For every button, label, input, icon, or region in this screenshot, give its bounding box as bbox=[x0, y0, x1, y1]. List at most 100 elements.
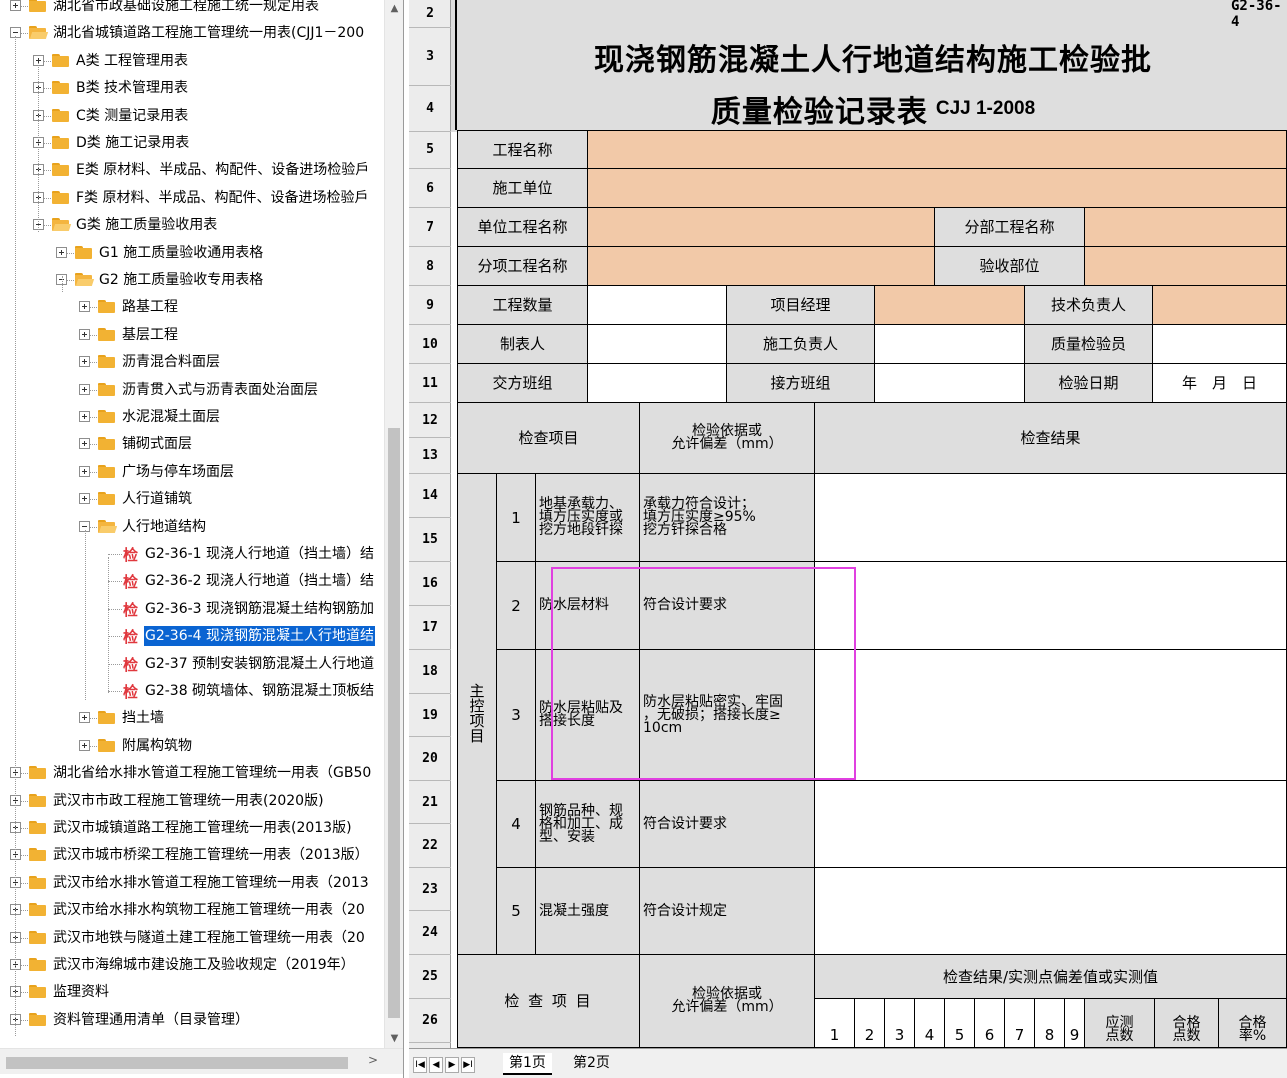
row-number[interactable]: 17 bbox=[409, 606, 451, 650]
expand-plus-icon[interactable] bbox=[79, 383, 90, 395]
row-number[interactable]: 15 bbox=[409, 518, 451, 562]
tree-node[interactable]: 广场与停车场面层 bbox=[0, 459, 384, 486]
row-number[interactable]: 10 bbox=[409, 325, 451, 364]
tree-node-label[interactable]: D类 施工记录用表 bbox=[75, 133, 190, 153]
scroll-down-arrow-icon[interactable]: ▼ bbox=[385, 1030, 404, 1047]
tree-node-label[interactable]: 武汉市城市桥梁工程施工管理统一用表（2013版） bbox=[52, 845, 370, 865]
expand-plus-icon[interactable] bbox=[79, 493, 90, 505]
acceptance-part-field[interactable] bbox=[1085, 247, 1287, 286]
tree-node[interactable]: 检 G2-38 砌筑墙体、钢筋混凝土顶板结 bbox=[0, 678, 384, 705]
tree-node[interactable]: 人行地道结构 bbox=[0, 514, 384, 541]
tree-node[interactable]: A类 工程管理用表 bbox=[0, 48, 384, 75]
subitem-project-field[interactable] bbox=[588, 247, 935, 286]
row-number[interactable]: 4 bbox=[409, 86, 451, 132]
row-number[interactable]: 6 bbox=[409, 169, 451, 208]
template-tree-panel[interactable]: 湖北省市政基础设施工程施工统一规定用表 湖北省城镇道路工程施工管理统一用表(CJJ… bbox=[0, 0, 404, 1078]
row-number[interactable]: 5 bbox=[409, 130, 451, 169]
tree-node-label[interactable]: G2-38 砌筑墙体、钢筋混凝土顶板结 bbox=[144, 681, 375, 701]
row-number[interactable]: 7 bbox=[409, 208, 451, 247]
tree-node[interactable]: 检 G2-36-1 现浇人行地道（挡土墙）结 bbox=[0, 541, 384, 568]
tree-node[interactable]: G1 施工质量验收通用表格 bbox=[0, 240, 384, 267]
tree-node[interactable]: E类 原材料、半成品、构配件、设备进场检验戶 bbox=[0, 157, 384, 184]
row-number[interactable]: 2 bbox=[409, 0, 451, 28]
scroll-right-arrow-icon[interactable]: > bbox=[368, 1053, 378, 1067]
row-number[interactable]: 11 bbox=[409, 364, 451, 403]
tree-node[interactable]: 水泥混凝土面层 bbox=[0, 404, 384, 431]
tree-node[interactable]: F类 原材料、半成品、构配件、设备进场检验戶 bbox=[0, 185, 384, 212]
next-sheet-button[interactable]: ▶ bbox=[445, 1057, 459, 1073]
form-grid[interactable]: G2-36-4 现浇钢筋混凝土人行地道结构施工检验批 质量检验记录表 CJJ 1… bbox=[451, 0, 1287, 1048]
tree-node-label[interactable]: 铺砌式面层 bbox=[121, 434, 193, 454]
row-number[interactable]: 19 bbox=[409, 694, 451, 737]
tree-node-label[interactable]: G1 施工质量验收通用表格 bbox=[98, 243, 264, 263]
item-result-field[interactable] bbox=[815, 474, 1287, 562]
row-number[interactable]: 18 bbox=[409, 650, 451, 694]
division-project-field[interactable] bbox=[1085, 208, 1287, 247]
sheet-tab-bar[interactable]: I◀ ◀ ▶ ▶I 第1页 第2页 bbox=[409, 1048, 1287, 1078]
tree-node[interactable]: G2 施工质量验收专用表格 bbox=[0, 267, 384, 294]
tree-node-label[interactable]: F类 原材料、半成品、构配件、设备进场检验戶 bbox=[75, 188, 370, 208]
project-manager-field[interactable] bbox=[875, 286, 1025, 325]
tree-node[interactable]: 检 G2-36-2 现浇人行地道（挡土墙）结 bbox=[0, 568, 384, 595]
tree-node[interactable]: 武汉市城镇道路工程施工管理统一用表(2013版) bbox=[0, 815, 384, 842]
tree-node[interactable]: 人行道铺筑 bbox=[0, 486, 384, 513]
tree-view[interactable]: 湖北省市政基础设施工程施工统一规定用表 湖北省城镇道路工程施工管理统一用表(CJJ… bbox=[0, 0, 384, 1048]
tree-node[interactable]: 武汉市城市桥梁工程施工管理统一用表（2013版） bbox=[0, 842, 384, 869]
tree-node-label[interactable]: 武汉市海绵城市建设施工及验收规定（2019年） bbox=[52, 955, 356, 975]
row-number[interactable]: 21 bbox=[409, 781, 451, 824]
tree-node-label[interactable]: C类 测量记录用表 bbox=[75, 106, 189, 126]
inspection-date-field[interactable]: 年 月 日 bbox=[1153, 364, 1287, 403]
tree-node[interactable]: 武汉市市政工程施工管理统一用表(2020版) bbox=[0, 788, 384, 815]
spreadsheet-view[interactable]: 2 3 4 5 6 7 8 9 10 11 12 13 14 15 16 17 18 19 20 21 22 23 24 25… bbox=[409, 0, 1287, 1078]
tree-node[interactable]: C类 测量记录用表 bbox=[0, 103, 384, 130]
tree-node-label[interactable]: 沥青贯入式与沥青表面处治面层 bbox=[121, 380, 319, 400]
handover-team-field[interactable] bbox=[588, 364, 727, 403]
tree-node-label[interactable]: 基层工程 bbox=[121, 325, 179, 345]
takeover-team-field[interactable] bbox=[875, 364, 1025, 403]
tree-node-label[interactable]: 附属构筑物 bbox=[121, 736, 193, 756]
row-number[interactable]: 9 bbox=[409, 286, 451, 325]
tree-node-label[interactable]: 湖北省给水排水管道工程施工管理统一用表（GB50 bbox=[52, 763, 372, 783]
row-number[interactable]: 23 bbox=[409, 868, 451, 911]
item-result-field[interactable] bbox=[815, 650, 1287, 781]
tree-node-label[interactable]: 武汉市地铁与隧道土建工程施工管理统一用表（20 bbox=[52, 928, 366, 948]
tree-node[interactable]: B类 技术管理用表 bbox=[0, 75, 384, 102]
row-number[interactable]: 25 bbox=[409, 955, 451, 999]
tree-node-label[interactable]: 湖北省城镇道路工程施工管理统一用表(CJJ1－200 bbox=[52, 23, 365, 43]
tree-node-label[interactable]: 人行道铺筑 bbox=[121, 489, 193, 509]
construction-lead-field[interactable] bbox=[875, 325, 1025, 364]
tree-node[interactable]: 武汉市给水排水构筑物工程施工管理统一用表（20 bbox=[0, 897, 384, 924]
tree-node-label[interactable]: 武汉市城镇道路工程施工管理统一用表(2013版) bbox=[52, 818, 353, 838]
prepared-by-field[interactable] bbox=[588, 325, 727, 364]
tab-page-1[interactable]: 第1页 bbox=[503, 1053, 552, 1075]
tree-node-label[interactable]: 武汉市给水排水管道工程施工管理统一用表（2013 bbox=[52, 873, 370, 893]
quantity-field[interactable] bbox=[588, 286, 727, 325]
expand-plus-icon[interactable] bbox=[79, 465, 90, 477]
tree-node[interactable]: 湖北省给水排水管道工程施工管理统一用表（GB50 bbox=[0, 760, 384, 787]
item-result-field[interactable] bbox=[815, 562, 1287, 650]
tree-node-label[interactable]: 监理资料 bbox=[52, 982, 110, 1002]
tree-node-label[interactable]: 人行地道结构 bbox=[121, 517, 207, 537]
tree-node-label[interactable]: G2-37 预制安装钢筋混凝土人行地道 bbox=[144, 654, 375, 674]
tree-node[interactable]: G类 施工质量验收用表 bbox=[0, 212, 384, 239]
tree-node[interactable]: 基层工程 bbox=[0, 322, 384, 349]
tree-node-label[interactable]: 路基工程 bbox=[121, 297, 179, 317]
tree-node-label[interactable]: 武汉市市政工程施工管理统一用表(2020版) bbox=[52, 791, 325, 811]
tree-node-label[interactable]: 广场与停车场面层 bbox=[121, 462, 235, 482]
tree-node-label[interactable]: G2-36-2 现浇人行地道（挡土墙）结 bbox=[144, 571, 375, 591]
tree-node[interactable]: 路基工程 bbox=[0, 294, 384, 321]
tree-node-label[interactable]: B类 技术管理用表 bbox=[75, 78, 189, 98]
tree-node[interactable]: 资料管理通用清单（目录管理） bbox=[0, 1007, 384, 1034]
tree-node-label[interactable]: G2-36-1 现浇人行地道（挡土墙）结 bbox=[144, 544, 375, 564]
item-result-field[interactable] bbox=[815, 868, 1287, 955]
row-number[interactable]: 26 bbox=[409, 999, 451, 1043]
scroll-up-arrow-icon[interactable]: ▲ bbox=[385, 0, 404, 17]
tree-node[interactable]: 湖北省城镇道路工程施工管理统一用表(CJJ1－200 bbox=[0, 20, 384, 47]
expand-plus-icon[interactable] bbox=[79, 739, 90, 751]
expand-plus-icon[interactable] bbox=[79, 328, 90, 340]
tab-page-2[interactable]: 第2页 bbox=[567, 1053, 616, 1075]
tree-node[interactable]: 检 G2-36-4 现浇钢筋混凝土人行地道结 bbox=[0, 623, 384, 650]
tree-node[interactable]: 武汉市给水排水管道工程施工管理统一用表（2013 bbox=[0, 870, 384, 897]
tree-node-label[interactable]: E类 原材料、半成品、构配件、设备进场检验戶 bbox=[75, 160, 370, 180]
row-number[interactable]: 16 bbox=[409, 562, 451, 606]
